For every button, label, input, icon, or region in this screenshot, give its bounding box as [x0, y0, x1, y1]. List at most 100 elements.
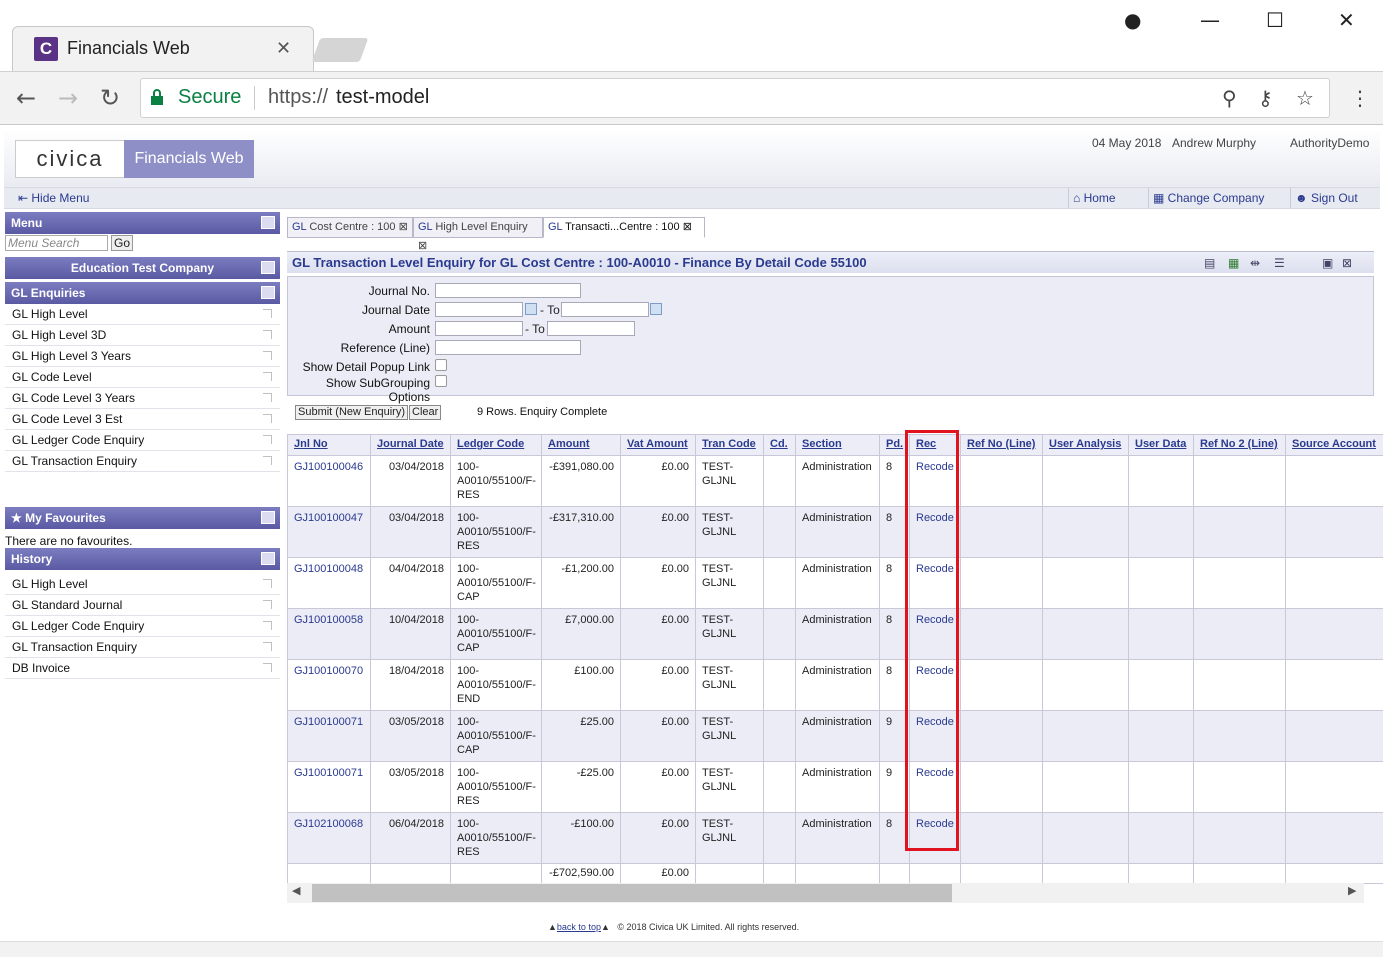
bookmark-star-icon[interactable]: ☆: [1296, 86, 1314, 110]
open-external-icon[interactable]: [263, 642, 272, 651]
detail-popup-checkbox[interactable]: [435, 359, 447, 371]
sidebar-item-gl-ledger-code-enquiry[interactable]: GL Ledger Code Enquiry: [5, 430, 280, 451]
scroll-right-icon[interactable]: ▶: [1348, 884, 1356, 897]
tab-high-level-enquiry[interactable]: GL High Level Enquiry ⊠: [413, 217, 543, 252]
history-item-gl-transaction-enquiry[interactable]: GL Transaction Enquiry: [5, 637, 280, 658]
tab-transaction-level[interactable]: GL Transacti...Centre : 100 ⊠: [543, 217, 705, 238]
menu-go-button[interactable]: Go: [111, 235, 133, 251]
journal-link[interactable]: GJ100100070: [294, 665, 363, 677]
collapse-icon[interactable]: ☰: [1274, 256, 1285, 270]
company-pin-icon[interactable]: [261, 261, 275, 274]
column-header[interactable]: Vat Amount: [620, 434, 696, 456]
new-tab-button[interactable]: [311, 38, 369, 62]
close-window-button[interactable]: ✕: [1338, 8, 1355, 32]
column-header[interactable]: User Analysis: [1042, 434, 1129, 456]
open-external-icon[interactable]: [263, 330, 272, 339]
tab-close-icon[interactable]: ✕: [276, 38, 291, 59]
scroll-left-icon[interactable]: ◀: [292, 884, 300, 897]
sidebar-item-gl-code-level-3-years[interactable]: GL Code Level 3 Years: [5, 388, 280, 409]
calendar-icon[interactable]: [650, 303, 662, 315]
column-header[interactable]: Jnl No: [287, 434, 371, 456]
sidebar-item-gl-high-level[interactable]: GL High Level: [5, 304, 280, 325]
tab-close-icon[interactable]: ⊠: [399, 221, 408, 233]
open-external-icon[interactable]: [263, 351, 272, 360]
column-header[interactable]: User Data: [1128, 434, 1194, 456]
journal-link[interactable]: GJ100100071: [294, 767, 363, 779]
sidebar-item-gl-code-level-3-est[interactable]: GL Code Level 3 Est: [5, 409, 280, 430]
maximize-button[interactable]: ☐: [1266, 8, 1284, 32]
gl-enquiries-header[interactable]: GL Enquiries: [5, 282, 280, 304]
pin-icon[interactable]: ▣: [1322, 256, 1333, 270]
open-external-icon[interactable]: [263, 372, 272, 381]
forward-arrow-icon[interactable]: →: [58, 84, 78, 112]
open-external-icon[interactable]: [263, 663, 272, 672]
open-external-icon[interactable]: [263, 435, 272, 444]
clear-button[interactable]: Clear: [409, 405, 442, 420]
columns-icon[interactable]: ⇹: [1250, 256, 1260, 270]
sidebar-item-gl-code-level[interactable]: GL Code Level: [5, 367, 280, 388]
reference-input[interactable]: [435, 340, 581, 355]
back-arrow-icon[interactable]: ←: [16, 84, 36, 112]
change-company-button[interactable]: ▦ Change Company: [1148, 188, 1282, 208]
profile-icon[interactable]: ●: [1124, 8, 1141, 32]
favourites-pin-icon[interactable]: [261, 511, 275, 524]
open-external-icon[interactable]: [263, 393, 272, 402]
open-external-icon[interactable]: [263, 456, 272, 465]
column-header[interactable]: Amount: [541, 434, 621, 456]
column-header[interactable]: Ref No 2 (Line): [1193, 434, 1286, 456]
journal-link[interactable]: GJ100100071: [294, 716, 363, 728]
history-header[interactable]: History: [5, 548, 280, 570]
sidebar-item-gl-high-level-3-years[interactable]: GL High Level 3 Years: [5, 346, 280, 367]
submit-button[interactable]: Submit (New Enquiry): [295, 405, 408, 420]
open-external-icon[interactable]: [263, 579, 272, 588]
excel-icon[interactable]: ▦: [1228, 256, 1239, 270]
journal-link[interactable]: GJ100100048: [294, 563, 363, 575]
close-panel-icon[interactable]: ⊠: [1342, 256, 1352, 270]
sidebar-item-gl-transaction-enquiry[interactable]: GL Transaction Enquiry: [5, 451, 280, 472]
calendar-icon[interactable]: [525, 303, 537, 315]
journal-date-from-input[interactable]: [435, 302, 523, 317]
print-icon[interactable]: ▤: [1204, 256, 1215, 270]
menu-search-input[interactable]: Menu Search: [5, 235, 108, 251]
journal-no-input[interactable]: [435, 283, 581, 298]
journal-link[interactable]: GJ100100047: [294, 512, 363, 524]
journal-link[interactable]: GJ100100046: [294, 461, 363, 473]
journal-link[interactable]: GJ102100068: [294, 818, 363, 830]
subgrouping-checkbox[interactable]: [435, 375, 447, 387]
column-header[interactable]: Ledger Code: [450, 434, 542, 456]
sidebar-item-gl-high-level-3d[interactable]: GL High Level 3D: [5, 325, 280, 346]
history-item-gl-standard-journal[interactable]: GL Standard Journal: [5, 595, 280, 616]
back-to-top-link[interactable]: ▲back to top▲: [548, 922, 610, 932]
open-external-icon[interactable]: [263, 309, 272, 318]
key-icon[interactable]: ⚷: [1258, 86, 1273, 110]
tab-close-icon[interactable]: ⊠: [683, 221, 692, 233]
open-external-icon[interactable]: [263, 600, 272, 609]
history-item-gl-high-level[interactable]: GL High Level: [5, 574, 280, 595]
minimize-button[interactable]: —: [1200, 8, 1220, 32]
column-header[interactable]: Cd.: [763, 434, 796, 456]
reload-icon[interactable]: ↻: [100, 84, 120, 112]
amount-to-input[interactable]: [547, 321, 635, 336]
favourites-header[interactable]: ★ My Favourites: [5, 507, 280, 529]
column-header[interactable]: Journal Date: [370, 434, 451, 456]
column-header[interactable]: Section: [795, 434, 880, 456]
zoom-icon[interactable]: ⚲: [1222, 86, 1237, 110]
sign-out-button[interactable]: ☻ Sign Out: [1290, 188, 1378, 208]
home-button[interactable]: ⌂ Home: [1068, 188, 1140, 208]
scrollbar-thumb[interactable]: [312, 884, 952, 902]
column-header[interactable]: Tran Code: [695, 434, 764, 456]
history-item-db-invoice[interactable]: DB Invoice: [5, 658, 280, 679]
hide-menu-button[interactable]: ⇤ Hide Menu: [14, 188, 116, 208]
tab-cost-centre[interactable]: GL Cost Centre : 100 ⊠: [287, 217, 413, 238]
gl-enquiries-pin-icon[interactable]: [261, 286, 275, 299]
browser-menu-icon[interactable]: ⋮: [1350, 86, 1370, 110]
menu-pin-icon[interactable]: [261, 216, 275, 229]
history-pin-icon[interactable]: [261, 552, 275, 565]
open-external-icon[interactable]: [263, 414, 272, 423]
journal-date-to-input[interactable]: [561, 302, 649, 317]
open-external-icon[interactable]: [263, 621, 272, 630]
history-item-gl-ledger-code-enquiry[interactable]: GL Ledger Code Enquiry: [5, 616, 280, 637]
column-header[interactable]: Ref No (Line): [960, 434, 1043, 456]
journal-link[interactable]: GJ100100058: [294, 614, 363, 626]
amount-from-input[interactable]: [435, 321, 523, 336]
